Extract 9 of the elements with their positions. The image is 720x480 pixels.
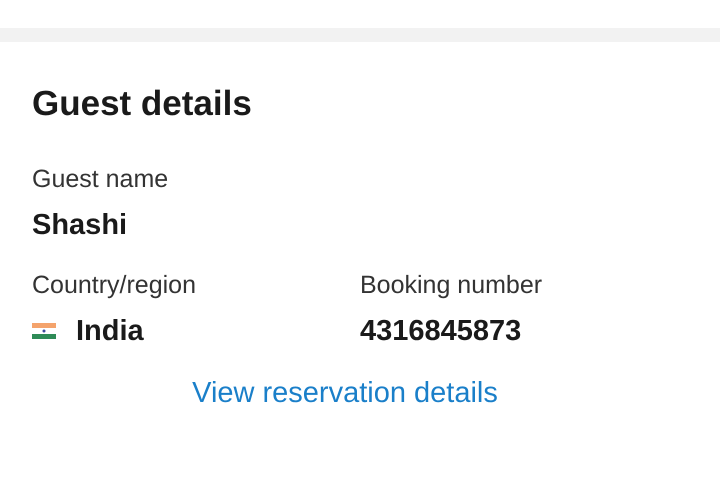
- field-label: Booking number: [360, 270, 544, 301]
- section-title: Guest details: [32, 83, 253, 125]
- flag-icon: [32, 323, 56, 339]
- field-label: Country/region: [32, 270, 197, 301]
- field-value: Shashi: [32, 208, 128, 243]
- view-reservation-link[interactable]: View reservation details: [192, 374, 498, 412]
- field-value: 4316845873: [360, 314, 522, 349]
- field-label: Guest name: [32, 164, 170, 195]
- field-value: India: [76, 314, 144, 349]
